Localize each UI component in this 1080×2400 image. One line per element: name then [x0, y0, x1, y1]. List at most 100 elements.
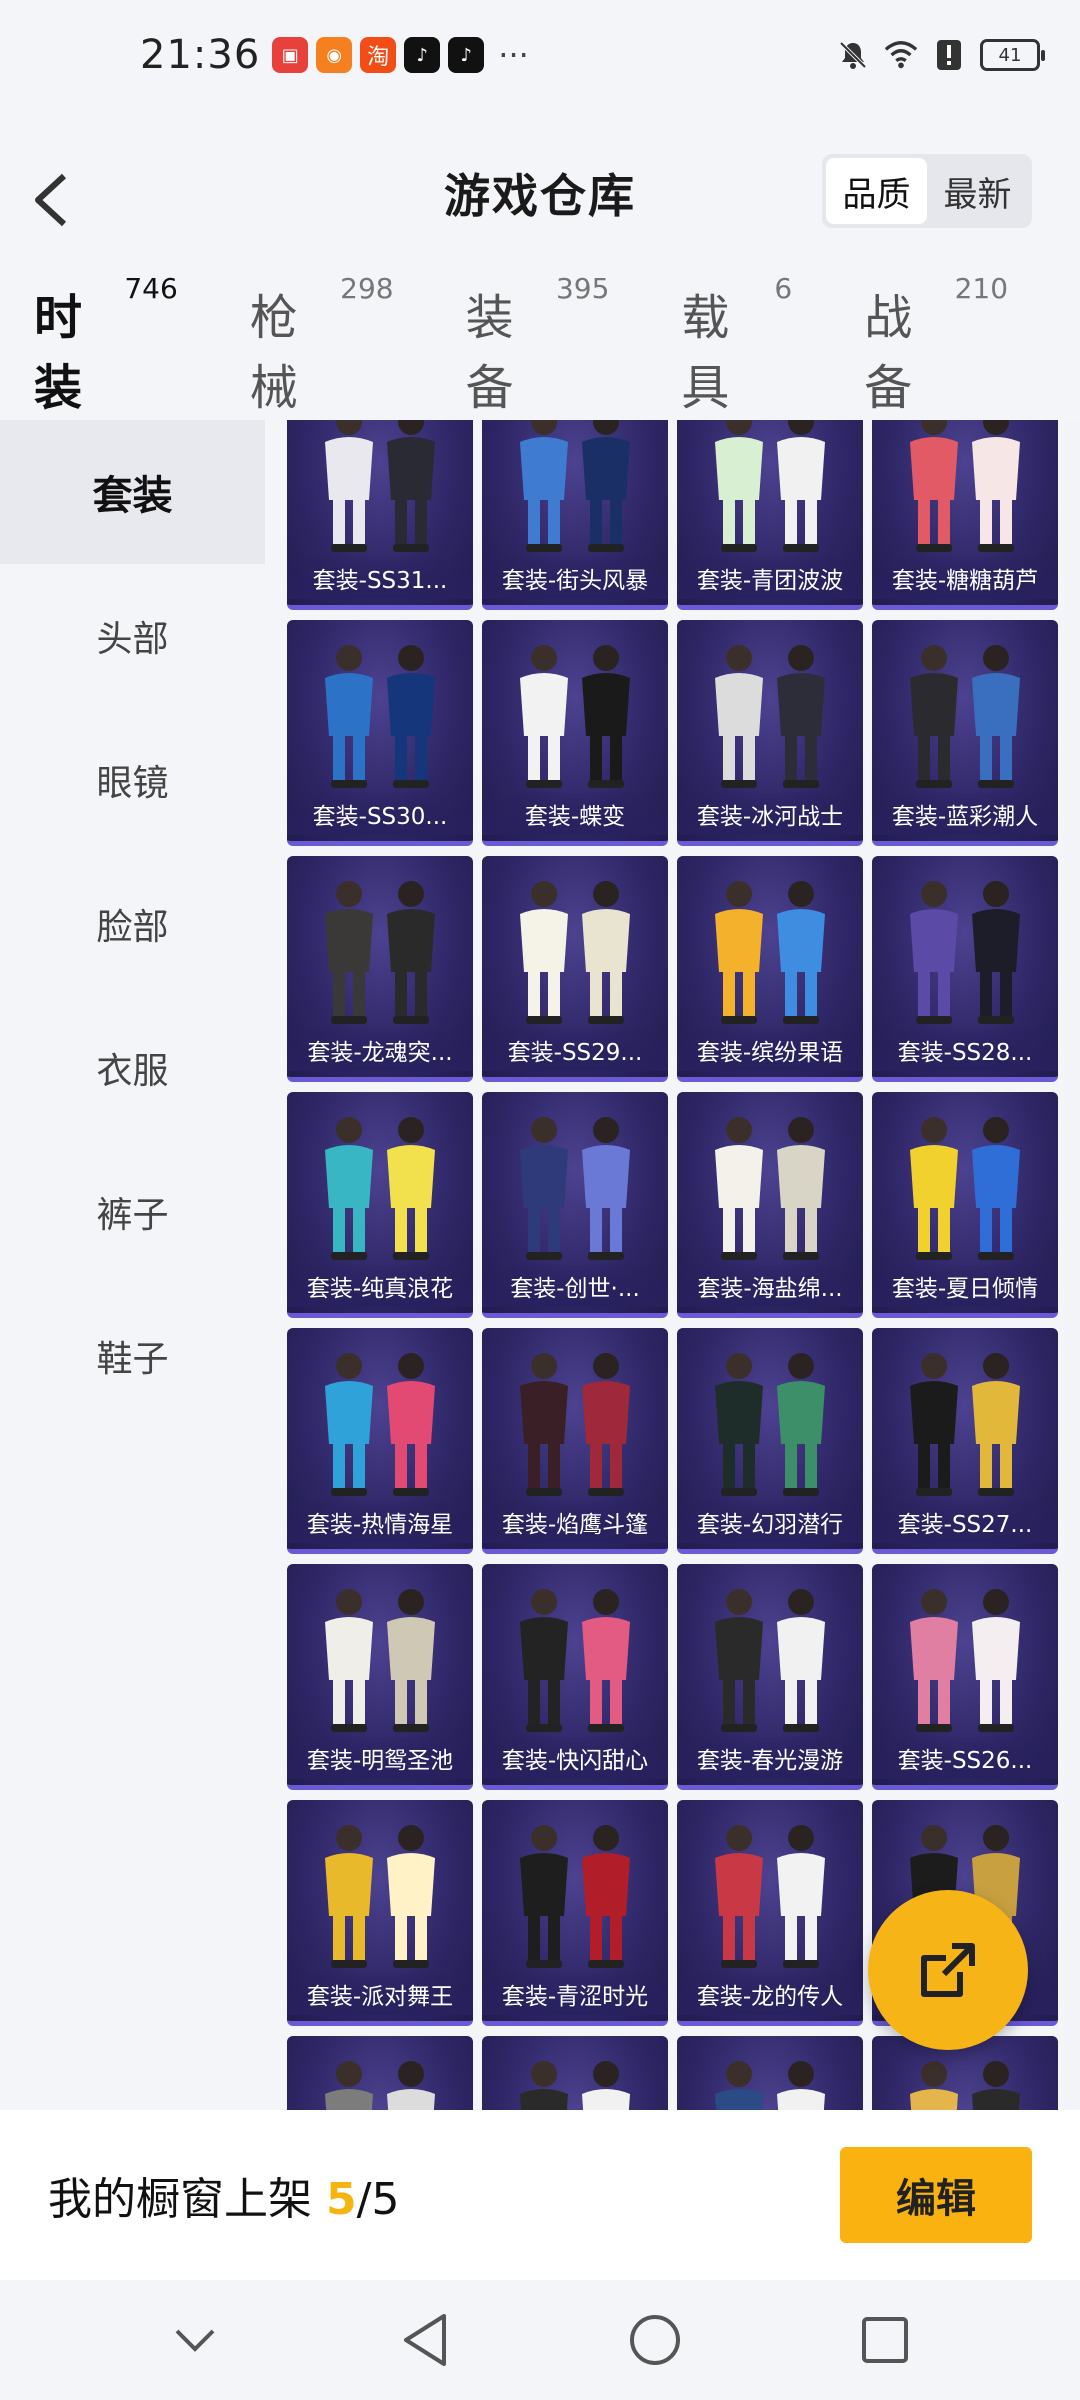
outfit-thumbnail	[325, 1353, 435, 1496]
sidebar-item-shoes[interactable]: 鞋子	[0, 1284, 265, 1428]
home-button[interactable]	[615, 2300, 695, 2380]
outfit-card[interactable]: 套装-缤纷果语	[677, 856, 863, 1082]
outfit-thumbnail	[325, 1117, 435, 1260]
tab-equipment[interactable]: 装备 395	[466, 272, 610, 418]
recents-square-icon	[862, 2317, 908, 2363]
sim-alert-icon	[932, 38, 966, 72]
outfit-thumbnail	[325, 1589, 435, 1732]
outfit-thumbnail	[715, 1117, 825, 1260]
system-navigation-bar	[0, 2280, 1080, 2400]
outfit-card[interactable]	[482, 2036, 668, 2110]
back-button[interactable]	[30, 160, 90, 240]
outfit-thumbnail	[520, 1117, 630, 1260]
outfit-name: 套装-蓝彩潮人	[872, 793, 1058, 835]
outfit-card[interactable]: 套装-冰河战士	[677, 620, 863, 846]
tab-label: 战备	[864, 289, 913, 416]
outfit-name: 套装-夏日倾情	[872, 1265, 1058, 1307]
sidebar-item-pants[interactable]: 裤子	[0, 1140, 265, 1284]
tab-weapons[interactable]: 枪械 298	[250, 272, 394, 418]
outfit-card[interactable]: 套装-SS26...	[872, 1564, 1058, 1790]
outfit-name: 套装-青团波波	[677, 557, 863, 599]
app-header: 游戏仓库 品质 最新	[0, 110, 1080, 275]
outfit-card[interactable]: 套装-海盐绵...	[677, 1092, 863, 1318]
outfit-name: 套装-SS28...	[872, 1029, 1058, 1071]
sort-option-latest[interactable]: 最新	[927, 158, 1028, 224]
sidebar-item-face[interactable]: 脸部	[0, 852, 265, 996]
outfit-card[interactable]: 套装-焰鹰斗篷	[482, 1328, 668, 1554]
outfit-card[interactable]: 套装-创世·...	[482, 1092, 668, 1318]
showcase-bar: 我的橱窗上架 5/5 编辑	[0, 2110, 1080, 2280]
chevron-left-icon	[35, 173, 67, 227]
outfit-card[interactable]: 套装-糖糖葫芦	[872, 420, 1058, 610]
outfit-thumbnail	[715, 645, 825, 788]
tab-supplies[interactable]: 战备 210	[864, 272, 1008, 418]
tab-count: 395	[555, 271, 610, 305]
outfit-card[interactable]: 套装-春光漫游	[677, 1564, 863, 1790]
share-button[interactable]	[868, 1890, 1028, 2050]
sidebar-item-glasses[interactable]: 眼镜	[0, 708, 265, 852]
outfit-card[interactable]: 套装-蓝彩潮人	[872, 620, 1058, 846]
item-grid: 套装-SS31... 套装-街头风暴 套装-青团波波 套装-糖糖葫芦套装-SS30..…	[287, 420, 1058, 2110]
outfit-card[interactable]: 套装-明鸳圣池	[287, 1564, 473, 1790]
outfit-card[interactable]: 套装-夏日倾情	[872, 1092, 1058, 1318]
clock: 21:36	[140, 32, 261, 78]
outfit-card[interactable]: 套装-幻羽潜行	[677, 1328, 863, 1554]
home-circle-icon	[630, 2315, 680, 2365]
outfit-thumbnail	[520, 881, 630, 1024]
tab-vehicles[interactable]: 载具 6	[681, 272, 792, 418]
outfit-thumbnail	[910, 2061, 1020, 2110]
outfit-thumbnail	[325, 420, 435, 552]
outfit-name: 套装-纯真浪花	[287, 1265, 473, 1307]
sort-option-quality[interactable]: 品质	[826, 158, 927, 224]
outfit-name: 套装-春光漫游	[677, 1737, 863, 1779]
mute-icon	[836, 38, 870, 72]
tiktok-app-icon: ♪	[448, 37, 485, 73]
outfit-card[interactable]: 套装-SS30...	[287, 620, 473, 846]
outfit-card[interactable]: 套装-SS31...	[287, 420, 473, 610]
outfit-card[interactable]: 套装-蝶变	[482, 620, 668, 846]
outfit-card[interactable]: 套装-派对舞王	[287, 1800, 473, 2026]
outfit-card[interactable]: 套装-青涩时光	[482, 1800, 668, 2026]
outfit-card[interactable]: 套装-纯真浪花	[287, 1092, 473, 1318]
outfit-thumbnail	[910, 881, 1020, 1024]
recents-button[interactable]	[845, 2300, 925, 2380]
outfit-thumbnail	[520, 1353, 630, 1496]
outfit-card[interactable]: 套装-龙的传人	[677, 1800, 863, 2026]
outfit-card[interactable]: 套装-SS29...	[482, 856, 668, 1082]
outfit-card[interactable]: 套装-SS27...	[872, 1328, 1058, 1554]
item-grid-scroll[interactable]: 套装-SS31... 套装-街头风暴 套装-青团波波 套装-糖糖葫芦套装-SS30..…	[265, 420, 1065, 2110]
outfit-thumbnail	[715, 420, 825, 552]
outfit-card[interactable]	[677, 2036, 863, 2110]
outfit-name: 套装-快闪甜心	[482, 1737, 668, 1779]
showcase-label: 我的橱窗上架	[48, 2174, 312, 2225]
battery-indicator: 41	[980, 39, 1045, 71]
back-nav-button[interactable]	[385, 2300, 465, 2380]
sidebar-item-head[interactable]: 头部	[0, 564, 265, 708]
tab-fashion[interactable]: 时装 746	[34, 272, 178, 454]
outfit-name: 套装-SS31...	[287, 557, 473, 599]
outfit-thumbnail	[520, 1825, 630, 1968]
sort-toggle: 品质 最新	[822, 154, 1032, 228]
outfit-name: 套装-糖糖葫芦	[872, 557, 1058, 599]
outfit-card[interactable]: 套装-街头风暴	[482, 420, 668, 610]
outfit-card[interactable]: 套装-青团波波	[677, 420, 863, 610]
sidebar-item-clothes[interactable]: 衣服	[0, 996, 265, 1140]
hide-keyboard-button[interactable]	[155, 2300, 235, 2380]
tab-count: 746	[124, 271, 178, 305]
outfit-card[interactable]	[287, 2036, 473, 2110]
outfit-card[interactable]: 套装-快闪甜心	[482, 1564, 668, 1790]
outfit-thumbnail	[520, 2061, 630, 2110]
sidebar-item-outfit[interactable]: 套装	[0, 420, 265, 564]
showcase-count: 5	[326, 2174, 357, 2225]
tab-count: 6	[774, 271, 793, 305]
edit-button[interactable]: 编辑	[840, 2147, 1032, 2243]
outfit-card[interactable]: 套装-龙魂突...	[287, 856, 473, 1082]
outfit-name: 套装-热情海星	[287, 1501, 473, 1543]
outfit-card[interactable]: 套装-热情海星	[287, 1328, 473, 1554]
outfit-card[interactable]: 套装-SS28...	[872, 856, 1058, 1082]
outfit-thumbnail	[910, 1117, 1020, 1260]
outfit-thumbnail	[520, 420, 630, 552]
taobao-app-icon: 淘	[360, 37, 397, 73]
chevron-down-icon	[175, 2329, 215, 2352]
outfit-name: 套装-SS29...	[482, 1029, 668, 1071]
